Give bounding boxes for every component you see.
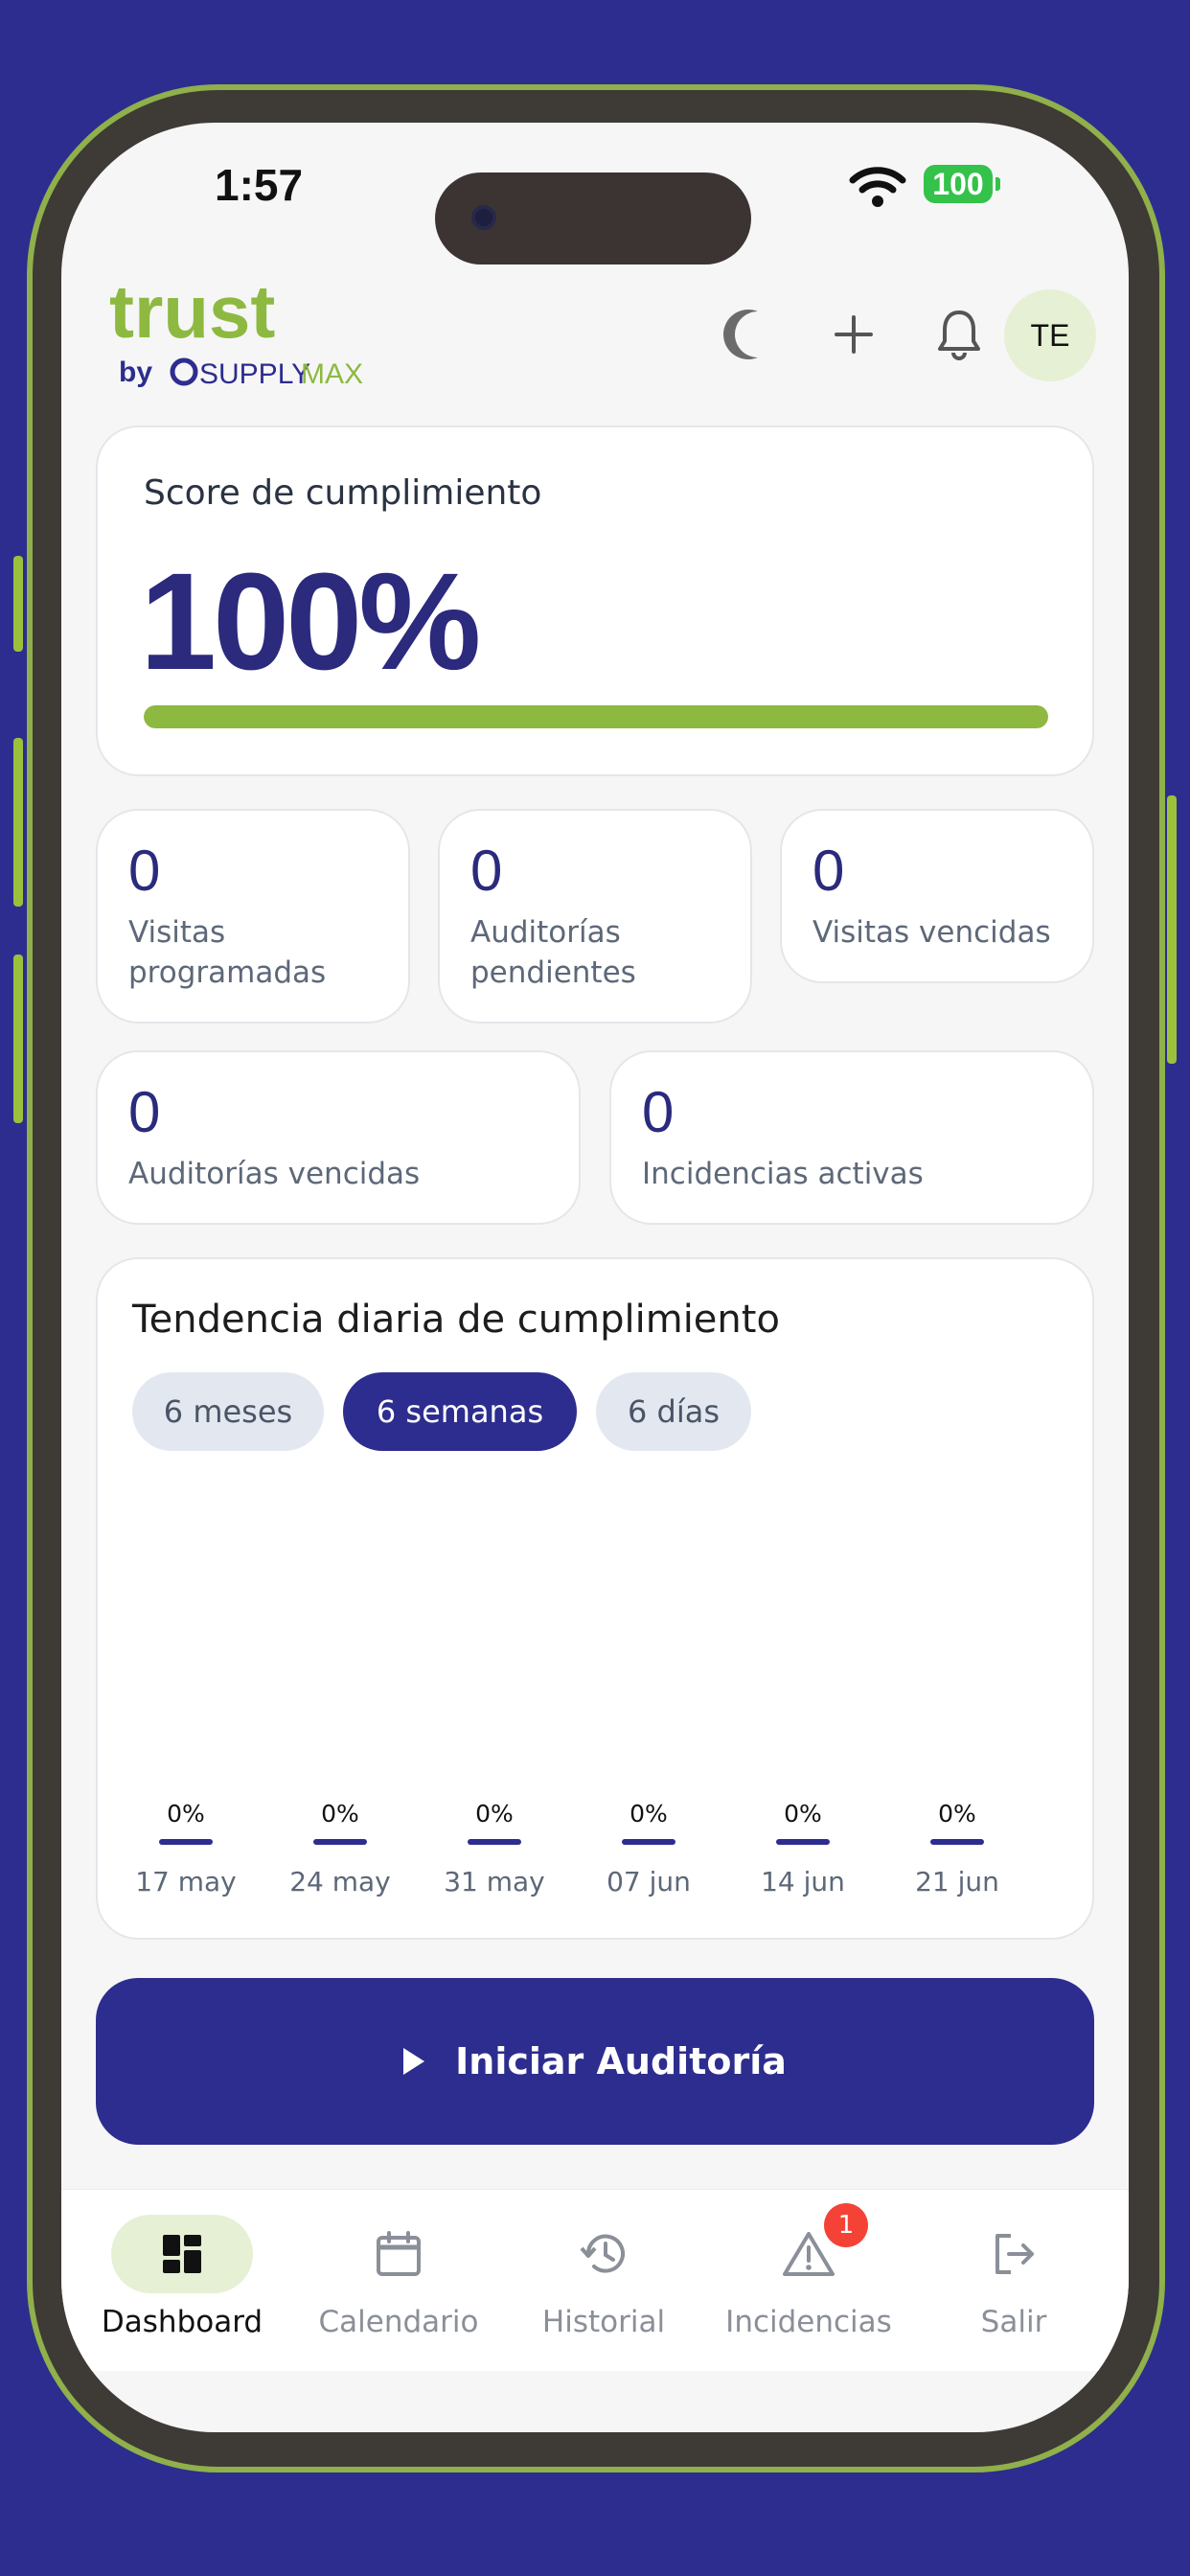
side-button <box>1167 795 1177 1064</box>
tab-incidencias[interactable]: 1 Incidencias <box>703 2190 914 2372</box>
tab-historial[interactable]: Historial <box>498 2190 709 2372</box>
dynamic-island <box>435 172 751 264</box>
stat-value: 0 <box>128 1080 161 1144</box>
chart-data-label: 0% <box>475 1800 514 1828</box>
logo-swirl-icon <box>170 357 198 386</box>
tab-label: Dashboard <box>101 2305 263 2339</box>
stat-label: Visitas programadas <box>128 915 327 990</box>
tab-calendario[interactable]: Calendario <box>293 2190 504 2372</box>
chart-tick-label: 14 jun <box>761 1866 845 1898</box>
chart-data-label: 0% <box>321 1800 359 1828</box>
chart-bar <box>930 1839 984 1845</box>
dashboard-icon <box>111 2215 253 2293</box>
chart-data-label: 0% <box>167 1800 205 1828</box>
chart-column: 0% 31 may <box>437 1800 552 1898</box>
avatar[interactable]: TE <box>1004 289 1096 381</box>
start-audit-button[interactable]: Iniciar Auditoría <box>96 1978 1094 2145</box>
chart-tick-label: 17 may <box>135 1866 237 1898</box>
range-pill-6-semanas[interactable]: 6 semanas <box>343 1372 577 1451</box>
stat-label: Auditorías pendientes <box>470 915 636 990</box>
logout-icon <box>943 2215 1085 2293</box>
side-button <box>13 738 23 907</box>
stat-card-auditorias-vencidas[interactable]: 0 Auditorías vencidas <box>96 1050 581 1225</box>
stat-value: 0 <box>812 839 845 903</box>
add-button[interactable] <box>820 301 887 368</box>
chart-data-label: 0% <box>784 1800 822 1828</box>
stat-value: 0 <box>128 839 161 903</box>
chart-column: 0% 17 may <box>128 1800 243 1898</box>
play-icon <box>403 2048 425 2075</box>
calendar-icon <box>328 2215 469 2293</box>
chart-bar <box>468 1839 521 1845</box>
wifi-icon <box>849 167 906 207</box>
trend-title: Tendencia diaria de cumplimiento <box>132 1298 780 1342</box>
start-audit-label: Iniciar Auditoría <box>455 2040 787 2082</box>
trend-card: Tendencia diaria de cumplimiento 6 meses… <box>96 1257 1094 1940</box>
trust-logo[interactable]: trust by SUPPLY MAX <box>105 276 393 391</box>
tab-salir[interactable]: Salir <box>908 2190 1119 2372</box>
chart-bar <box>622 1839 675 1845</box>
bottom-tab-bar: Dashboard Calendario Historial 1 Inciden… <box>61 2189 1129 2371</box>
chart-bar <box>313 1839 367 1845</box>
tab-label: Calendario <box>318 2305 479 2339</box>
stat-value: 0 <box>470 839 503 903</box>
chart-tick-label: 24 may <box>289 1866 391 1898</box>
chart-data-label: 0% <box>629 1800 668 1828</box>
stat-card-visitas-vencidas[interactable]: 0 Visitas vencidas <box>780 809 1094 983</box>
tab-label: Salir <box>980 2305 1047 2339</box>
stat-card-visitas-programadas[interactable]: 0 Visitas programadas <box>96 809 410 1024</box>
chart-column: 0% 24 may <box>283 1800 398 1898</box>
side-button <box>13 556 23 652</box>
chart-data-label: 0% <box>938 1800 976 1828</box>
chart-column: 0% 21 jun <box>900 1800 1015 1898</box>
chart-tick-label: 21 jun <box>915 1866 999 1898</box>
plus-icon <box>835 315 873 354</box>
tab-label: Historial <box>541 2305 666 2339</box>
history-icon <box>533 2215 675 2293</box>
notification-badge: 1 <box>824 2203 868 2247</box>
logo-supply-text: SUPPLY <box>199 358 310 390</box>
range-pill-6-dias[interactable]: 6 días <box>596 1372 751 1451</box>
chart-column: 0% 07 jun <box>591 1800 706 1898</box>
stat-card-incidencias-activas[interactable]: 0 Incidencias activas <box>609 1050 1094 1225</box>
score-value: 100% <box>140 544 481 699</box>
battery-indicator: 100 <box>924 165 1000 203</box>
chart-tick-label: 07 jun <box>606 1866 691 1898</box>
moon-icon <box>723 310 758 359</box>
chart-tick-label: 31 may <box>444 1866 545 1898</box>
stat-label: Auditorías vencidas <box>128 1157 421 1191</box>
chart-column: 0% 14 jun <box>745 1800 860 1898</box>
chart-bar <box>159 1839 213 1845</box>
score-progress-bar <box>144 705 1048 728</box>
logo-main-text: trust <box>109 276 275 354</box>
side-button <box>13 954 23 1123</box>
status-time: 1:57 <box>215 160 304 210</box>
logo-by-text: by <box>119 356 152 388</box>
score-title: Score de cumplimiento <box>144 473 542 513</box>
camera-icon <box>471 205 496 230</box>
stat-label: Incidencias activas <box>642 1157 924 1191</box>
tab-dashboard[interactable]: Dashboard <box>77 2190 287 2372</box>
range-pill-6-meses[interactable]: 6 meses <box>132 1372 324 1451</box>
theme-toggle-button[interactable] <box>715 301 782 368</box>
score-progress-fill <box>144 705 1048 728</box>
bell-icon <box>938 310 980 360</box>
stat-card-auditorias-pendientes[interactable]: 0 Auditorías pendientes <box>438 809 752 1024</box>
tab-label: Incidencias <box>725 2305 892 2339</box>
app-screen: 1:57 100 trust by SUPPLY MAX TE Score de… <box>61 123 1129 2432</box>
stat-label: Visitas vencidas <box>812 915 1051 950</box>
score-card: Score de cumplimiento 100% <box>96 426 1094 776</box>
chart-bar <box>776 1839 830 1845</box>
notifications-button[interactable] <box>926 301 993 368</box>
stat-value: 0 <box>642 1080 675 1144</box>
logo-max-text: MAX <box>301 358 363 390</box>
